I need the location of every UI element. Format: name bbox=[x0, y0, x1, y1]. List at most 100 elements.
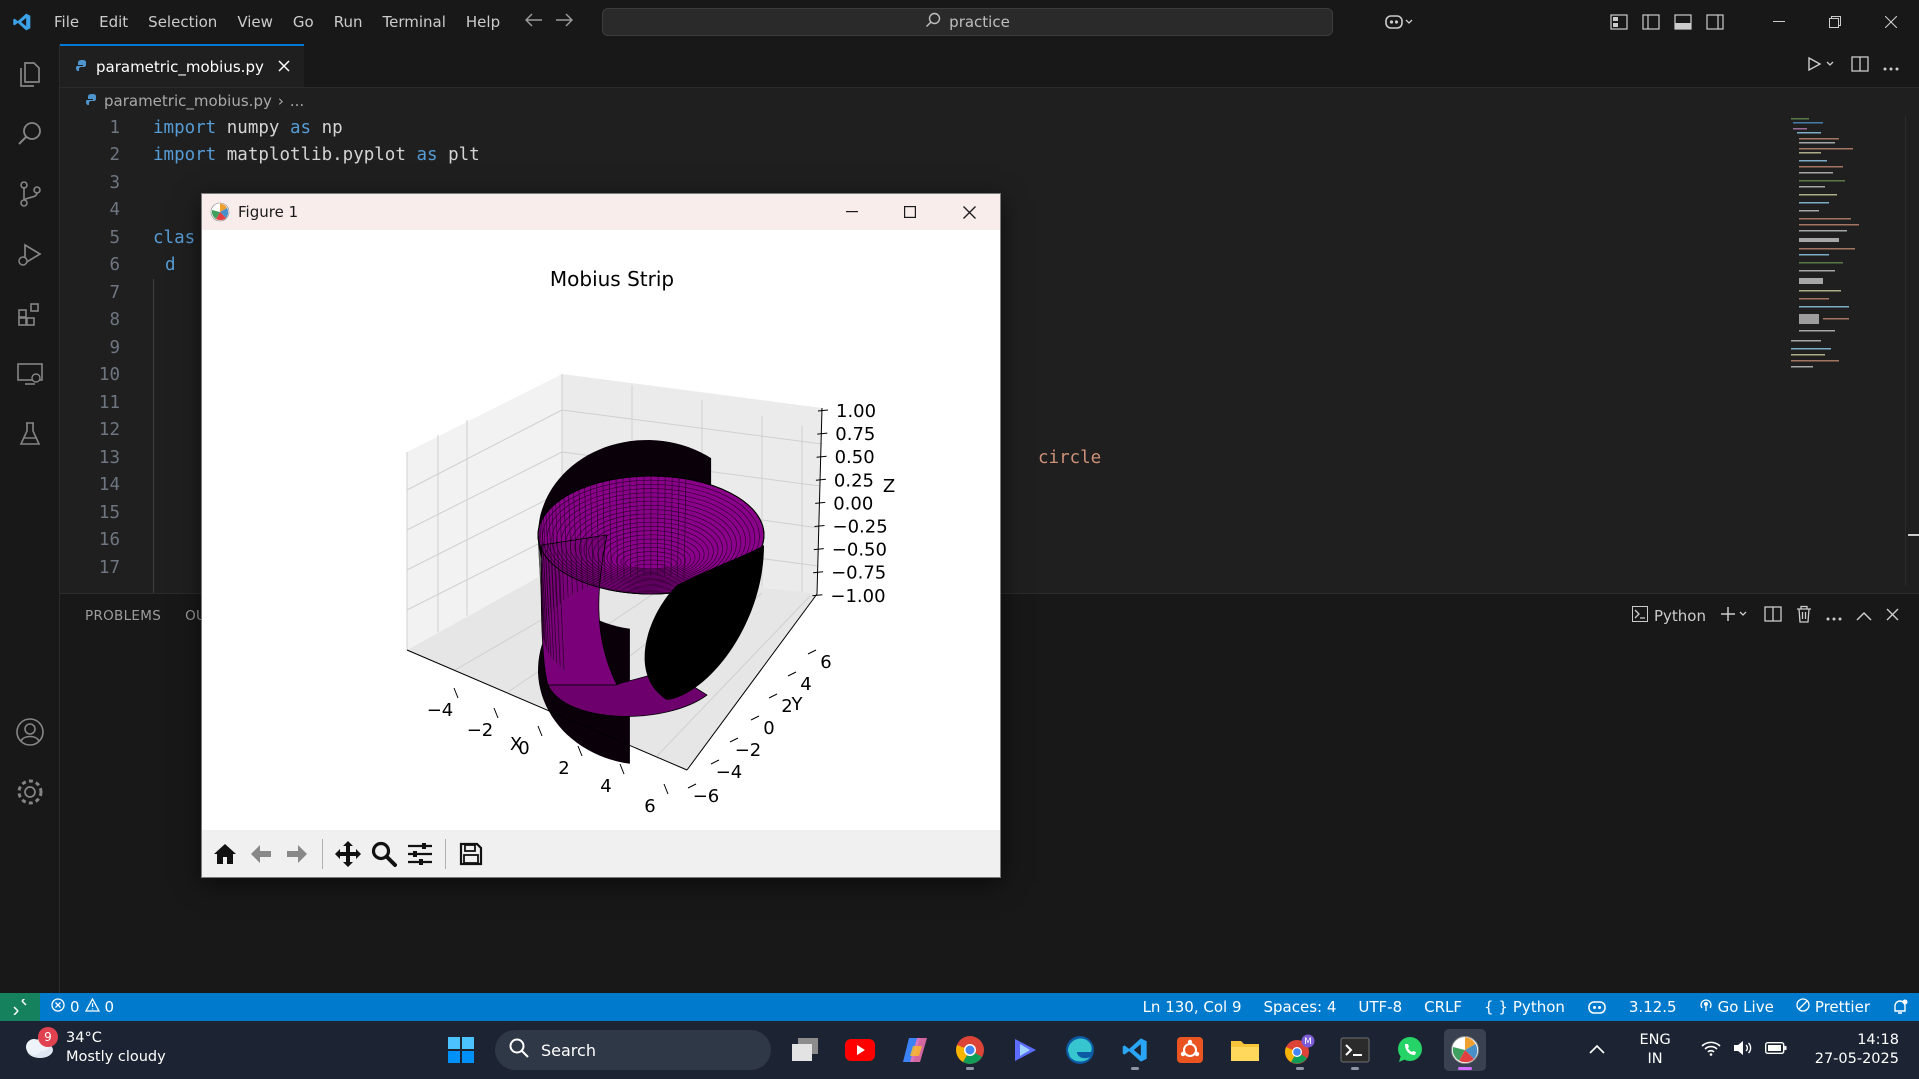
whatsapp-icon[interactable] bbox=[1389, 1029, 1431, 1071]
menu-go[interactable]: Go bbox=[283, 0, 324, 44]
pan-move-icon[interactable] bbox=[331, 836, 365, 872]
toolbar-divider bbox=[445, 838, 446, 869]
indentation[interactable]: Spaces: 4 bbox=[1253, 998, 1348, 1016]
menu-selection[interactable]: Selection bbox=[138, 0, 227, 44]
taskbar-apps: Search M bbox=[440, 1021, 1486, 1079]
clock[interactable]: 14:18 27-05-2025 bbox=[1815, 1031, 1899, 1069]
toggle-primary-sidebar-icon[interactable] bbox=[1635, 0, 1667, 44]
toggle-secondary-sidebar-icon[interactable] bbox=[1699, 0, 1731, 44]
alias-name: np bbox=[321, 117, 343, 138]
copilot-icon[interactable] bbox=[1375, 0, 1423, 44]
windows-start-icon[interactable] bbox=[440, 1029, 482, 1071]
go-live-button[interactable]: Go Live bbox=[1688, 998, 1785, 1016]
encoding[interactable]: UTF-8 bbox=[1347, 998, 1413, 1016]
forward-arrow-icon[interactable] bbox=[280, 836, 314, 872]
zoom-magnifier-icon[interactable] bbox=[367, 836, 401, 872]
terminal-icon bbox=[1632, 606, 1648, 626]
system-tray: ENG IN 14:18 27-05-2025 bbox=[1589, 1021, 1919, 1079]
back-arrow-icon[interactable] bbox=[244, 836, 278, 872]
breadcrumb-file[interactable]: parametric_mobius.py bbox=[104, 92, 272, 110]
figure-minimize-icon[interactable] bbox=[824, 194, 880, 230]
tab-problems[interactable]: PROBLEMS bbox=[85, 608, 161, 624]
remote-indicator-icon[interactable] bbox=[0, 993, 40, 1021]
maximize-panel-chevron-up-icon[interactable] bbox=[1856, 607, 1872, 625]
z-tick-label: −0.75 bbox=[831, 563, 886, 584]
notifications-bell-icon[interactable] bbox=[1881, 999, 1919, 1015]
wifi-icon[interactable] bbox=[1701, 1040, 1721, 1060]
explorer-icon[interactable] bbox=[0, 44, 60, 104]
figure-close-icon[interactable] bbox=[941, 194, 997, 230]
language-bottom: IN bbox=[1647, 1051, 1663, 1067]
terminal-app-icon[interactable] bbox=[1334, 1029, 1376, 1071]
copilot-status-icon[interactable] bbox=[1576, 999, 1618, 1015]
extensions-icon[interactable] bbox=[0, 284, 60, 344]
manage-gear-icon[interactable] bbox=[0, 762, 60, 822]
mobius-3d-plot[interactable]: Mobius Strip −4−20246 −6−4−202461.000.750… bbox=[202, 230, 1000, 830]
end-of-line[interactable]: CRLF bbox=[1413, 998, 1473, 1016]
youtube-icon[interactable] bbox=[839, 1029, 881, 1071]
tab-parametric-mobius[interactable]: parametric_mobius.py bbox=[60, 44, 304, 87]
command-center-text: practice bbox=[949, 13, 1010, 31]
weather-widget[interactable]: 9 34°C Mostly cloudy bbox=[20, 1027, 166, 1067]
close-panel-icon[interactable] bbox=[1886, 607, 1899, 625]
restore-window-icon[interactable] bbox=[1807, 0, 1863, 44]
show-hidden-icons-chevron-icon[interactable] bbox=[1589, 1042, 1606, 1058]
problems-status[interactable]: 0 0 bbox=[40, 997, 125, 1016]
run-debug-icon[interactable] bbox=[0, 224, 60, 284]
source-control-icon[interactable] bbox=[0, 164, 60, 224]
configure-subplots-icon[interactable] bbox=[403, 836, 437, 872]
editor-scrollbar[interactable] bbox=[1905, 116, 1919, 586]
remote-explorer-icon[interactable] bbox=[0, 344, 60, 404]
terminal-profile[interactable]: Python bbox=[1632, 606, 1706, 626]
chrome-profile-icon[interactable]: M bbox=[1279, 1029, 1321, 1071]
menu-edit[interactable]: Edit bbox=[89, 0, 138, 44]
chrome-icon[interactable] bbox=[949, 1029, 991, 1071]
volume-icon[interactable] bbox=[1733, 1040, 1753, 1060]
back-arrow-icon[interactable] bbox=[524, 13, 543, 31]
more-actions-icon[interactable] bbox=[1883, 56, 1899, 75]
close-window-icon[interactable] bbox=[1863, 0, 1919, 44]
battery-icon[interactable] bbox=[1764, 1041, 1787, 1058]
file-explorer-icon[interactable] bbox=[1224, 1029, 1266, 1071]
search-sidebar-icon[interactable] bbox=[0, 104, 60, 164]
breadcrumb-symbol[interactable]: ... bbox=[290, 92, 304, 110]
more-panel-actions-icon[interactable] bbox=[1826, 607, 1842, 625]
menu-help[interactable]: Help bbox=[456, 0, 510, 44]
cursor-position[interactable]: Ln 130, Col 9 bbox=[1132, 998, 1253, 1016]
split-terminal-icon[interactable] bbox=[1764, 606, 1782, 626]
kill-terminal-trash-icon[interactable] bbox=[1796, 605, 1812, 627]
menu-run[interactable]: Run bbox=[324, 0, 373, 44]
edge-icon[interactable] bbox=[1059, 1029, 1101, 1071]
forward-arrow-icon[interactable] bbox=[555, 13, 574, 31]
figure-canvas[interactable]: Mobius Strip −4 −2 0 2 4 6 −6 −4 −2 0 2 4 6 1.00 0.75 0… bbox=[202, 230, 1000, 830]
video-editor-icon[interactable] bbox=[1004, 1029, 1046, 1071]
minimap[interactable] bbox=[1789, 114, 1889, 414]
copilot-app-icon[interactable] bbox=[894, 1029, 936, 1071]
accounts-icon[interactable] bbox=[0, 702, 60, 762]
taskbar-search-box[interactable]: Search bbox=[495, 1030, 771, 1070]
menu-file[interactable]: File bbox=[44, 0, 89, 44]
input-language[interactable]: ENG IN bbox=[1639, 1031, 1670, 1069]
run-python-file-icon[interactable] bbox=[1807, 56, 1837, 76]
new-terminal-icon[interactable] bbox=[1720, 606, 1750, 626]
save-floppy-icon[interactable] bbox=[454, 836, 488, 872]
task-view-icon[interactable] bbox=[784, 1029, 826, 1071]
home-icon[interactable] bbox=[208, 836, 242, 872]
close-tab-icon[interactable] bbox=[278, 58, 290, 76]
split-editor-icon[interactable] bbox=[1851, 55, 1869, 76]
command-center-search[interactable]: practice bbox=[602, 8, 1333, 36]
matplotlib-taskbar-icon[interactable] bbox=[1444, 1029, 1486, 1071]
language-mode[interactable]: { } Python bbox=[1473, 998, 1576, 1016]
menu-terminal[interactable]: Terminal bbox=[373, 0, 456, 44]
minimize-window-icon[interactable] bbox=[1751, 0, 1807, 44]
toggle-panel-icon[interactable] bbox=[1667, 0, 1699, 44]
python-interpreter-version[interactable]: 3.12.5 bbox=[1618, 998, 1688, 1016]
testing-flask-icon[interactable] bbox=[0, 404, 60, 464]
menu-view[interactable]: View bbox=[227, 0, 283, 44]
ubuntu-icon[interactable] bbox=[1169, 1029, 1211, 1071]
figure-maximize-icon[interactable] bbox=[882, 194, 938, 230]
prettier-status[interactable]: Prettier bbox=[1785, 998, 1881, 1016]
taskbar-search-label: Search bbox=[541, 1040, 596, 1060]
customize-layout-icon[interactable] bbox=[1603, 0, 1635, 44]
vscode-taskbar-icon[interactable] bbox=[1114, 1029, 1156, 1071]
